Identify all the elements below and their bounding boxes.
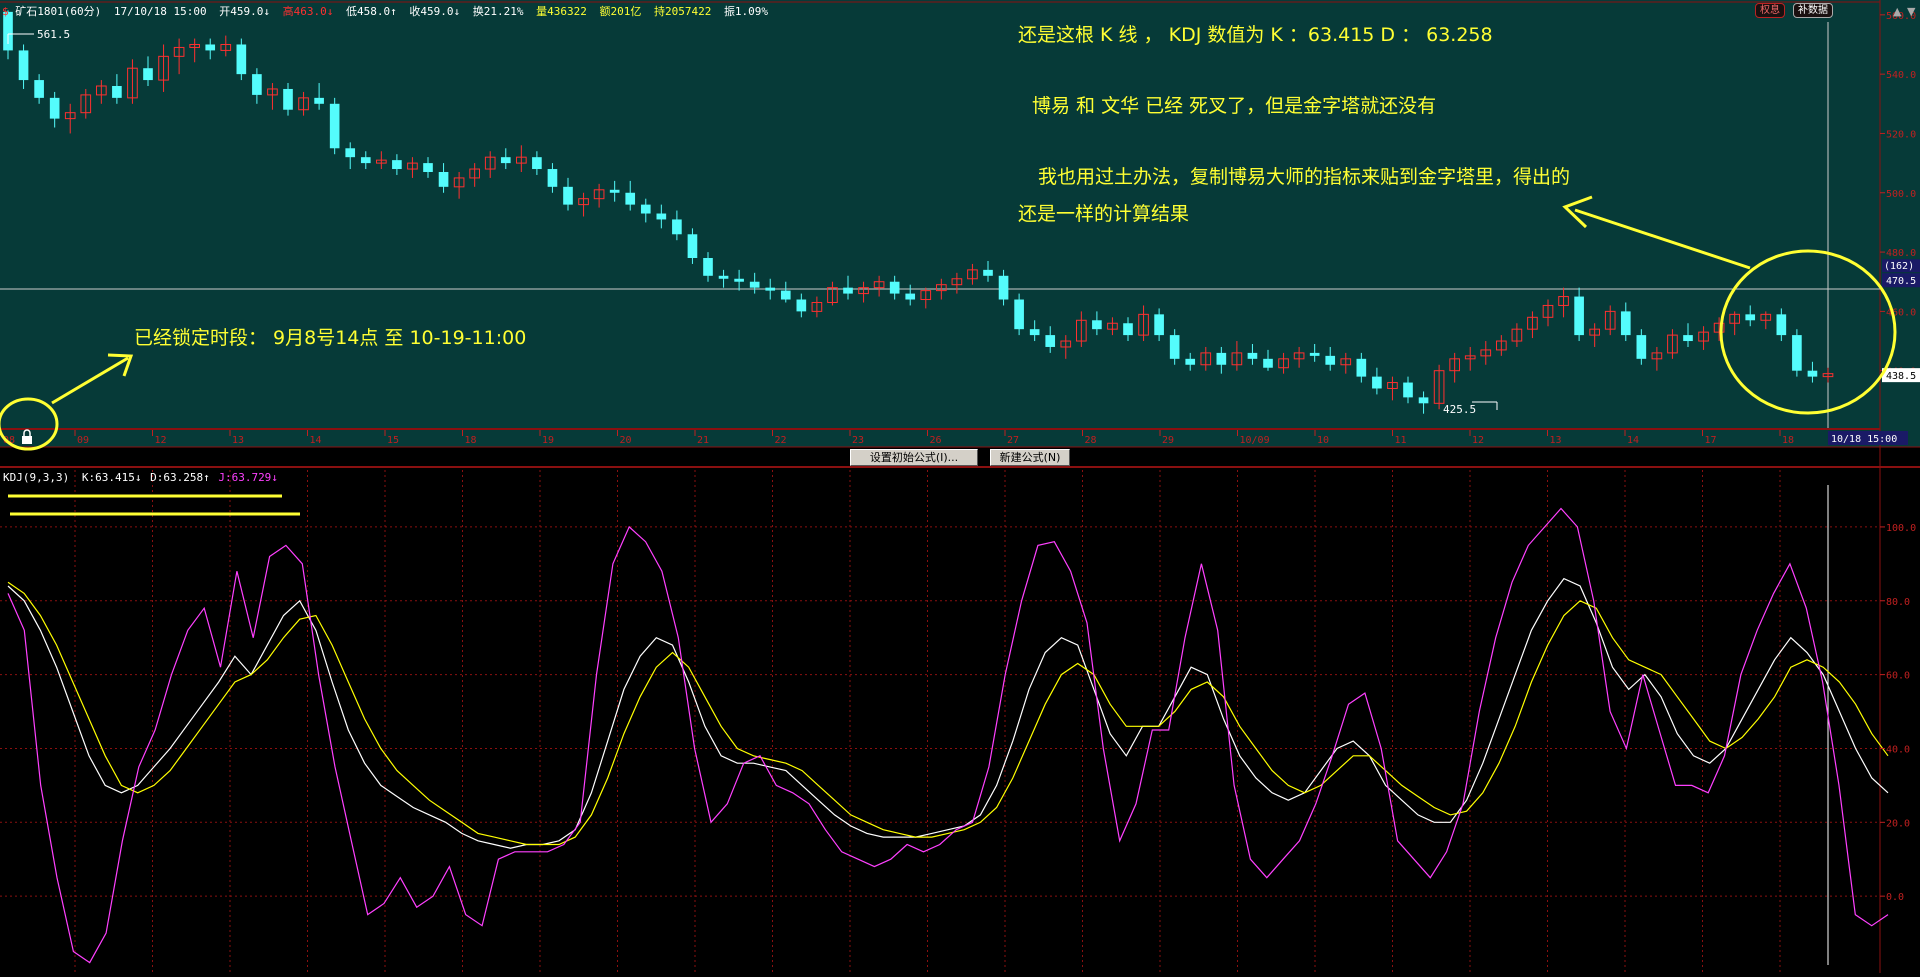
date-label: 27 (1007, 435, 1019, 446)
annotation-line-4: 还是一样的计算结果 (1018, 203, 1189, 225)
kdj-tick-label: 40.0 (1886, 744, 1910, 755)
low-label: 425.5 (1443, 403, 1476, 416)
date-label: 15 (387, 435, 399, 446)
price-tick-label: 540.0 (1886, 70, 1916, 81)
date-label: 10/09 (1240, 435, 1270, 446)
date-label: 23 (852, 435, 864, 446)
price-tick-label: 500.0 (1886, 189, 1916, 200)
date-label: 13 (232, 435, 244, 446)
date-label: 22 (775, 435, 787, 446)
date-label: 09 (77, 435, 89, 446)
kdj-tick-label: 60.0 (1886, 671, 1910, 682)
kdj-tick-label: 20.0 (1886, 818, 1910, 829)
menu-icon[interactable]: $ (2, 5, 15, 18)
high-label: 561.5 (37, 28, 70, 41)
amplitude-label: 振1.09% (724, 4, 768, 18)
date-label: 26 (930, 435, 942, 446)
cursor-date-label: 10/18 15:00 (1831, 434, 1897, 445)
price-tick-label: 520.0 (1886, 129, 1916, 140)
low-price-label: 低458.0↑ (346, 5, 397, 18)
chart-canvas: 560.0540.0520.0500.0480.0470.5460.0440.0… (0, 0, 1920, 973)
datetime-label: 17/10/18 15:00 (114, 5, 207, 18)
date-label: 28 (1085, 435, 1097, 446)
date-label: 19 (542, 435, 554, 446)
price-tick-label: 470.5 (1886, 276, 1916, 287)
turnover-label: 换21.21% (473, 4, 524, 18)
date-label: 29 (1162, 435, 1174, 446)
kdj-tick-label: 80.0 (1886, 597, 1910, 608)
candle (1792, 329, 1802, 377)
candle (329, 97, 340, 155)
position-label: 持2057422 (654, 4, 711, 18)
price-tick-label: 438.5 (1886, 371, 1916, 382)
date-label: 18 (1782, 435, 1794, 446)
high-price-label: 高463.0↓ (283, 4, 334, 18)
date-label: 13 (1550, 435, 1562, 446)
kdj-header: KDJ(9,3,3) K:63.415↓ D:63.258↑ J:63.729↓ (3, 471, 278, 484)
fill-data-button[interactable]: 补数据 (1793, 3, 1833, 18)
annotation-line-3: 我也用过土办法，复制博易大师的指标来贴到金字塔里，得出的 (1038, 166, 1570, 188)
date-label: 14 (1627, 435, 1639, 446)
reset-formula-button[interactable]: 设置初始公式(I)... (850, 449, 978, 466)
kdj-k-value: K:63.415↓ (82, 471, 142, 484)
date-label: 12 (1472, 435, 1484, 446)
price-pane[interactable] (0, 0, 1920, 447)
date-label: 18 (465, 435, 477, 446)
quote-header: $ 矿石1801(60分) 17/10/18 15:00 开459.0↓ 高46… (2, 4, 768, 18)
kdj-d-value: D:63.258↑ (150, 471, 210, 484)
kdj-name: KDJ(9,3,3) (3, 471, 69, 484)
bar-count-label: (162) (1884, 261, 1914, 272)
chart-window: 560.0540.0520.0500.0480.0470.5460.0440.0… (0, 0, 1920, 973)
date-label: 20 (620, 435, 632, 446)
close-label: 收459.0↓ (409, 4, 460, 18)
volume-label: 量436322 (536, 5, 587, 18)
new-formula-button[interactable]: 新建公式(N) (990, 449, 1070, 466)
date-label: 21 (697, 435, 709, 446)
down-arrow-icon[interactable]: ▼ (1907, 5, 1915, 18)
candle (236, 38, 247, 81)
open-label: 开459.0↓ (219, 5, 270, 18)
date-label: 14 (310, 435, 322, 446)
up-arrow-icon[interactable]: ▲ (1893, 5, 1901, 18)
date-label: 10 (1317, 435, 1329, 446)
weight-button[interactable]: 权息 (1755, 3, 1785, 18)
annotation-line-2: 博易 和 文华 已经 死叉了，但是金字塔就还没有 (1032, 95, 1436, 117)
date-label: 12 (155, 435, 167, 446)
kdj-j-value: J:63.729↓ (218, 471, 278, 484)
price-tick-label: 480.0 (1886, 248, 1916, 259)
amount-label: 额201亿 (599, 5, 641, 18)
kdj-tick-label: 100.0 (1886, 523, 1916, 534)
date-label: 17 (1705, 435, 1717, 446)
kdj-tick-label: 0.0 (1886, 892, 1904, 903)
annotation-line-1: 还是这根 K 线 ， KDJ 数值为 K ：63.415 D ： 63.258 (1018, 24, 1493, 46)
candle (1014, 293, 1024, 336)
annotation-lock: 已经锁定时段： 9月8号14点 至 10-19-11:00 (134, 327, 526, 349)
date-label: 11 (1395, 435, 1407, 446)
symbol-label: 矿石1801(60分) (15, 5, 101, 18)
